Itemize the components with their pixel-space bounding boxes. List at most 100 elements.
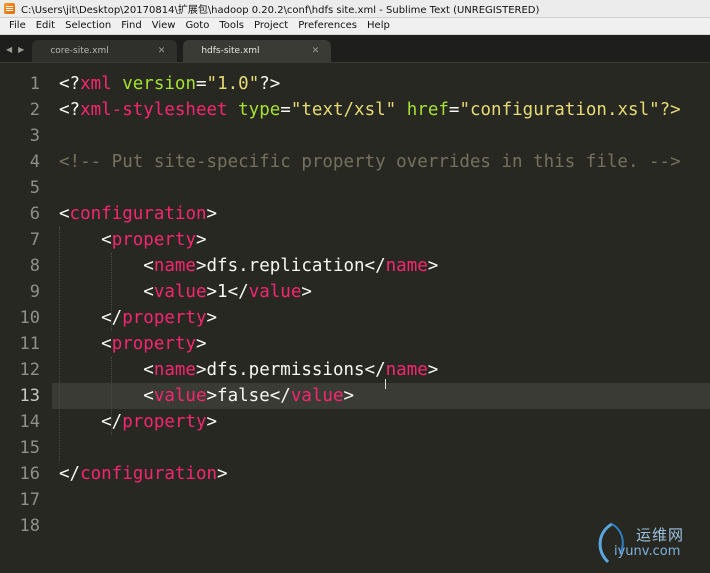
code-token: > (195, 230, 207, 250)
code-token: < (59, 230, 112, 250)
tab-scroll-right-icon[interactable]: ▶ (18, 45, 24, 54)
line-number: 12 (19, 360, 40, 380)
code-token: > (301, 282, 312, 302)
line-number: 2 (29, 100, 40, 120)
close-icon[interactable]: ✕ (312, 46, 320, 56)
menu-find[interactable]: Find (116, 18, 147, 34)
code-token: property (111, 334, 196, 354)
indent-guide (59, 227, 60, 461)
code-token: type (238, 100, 281, 120)
menu-tools[interactable]: Tools (214, 18, 249, 34)
code-line: <?xml-stylesheet type="text/xsl" href="c… (59, 97, 681, 123)
code-token: name (153, 256, 196, 276)
code-token: = (280, 100, 291, 120)
code-token: value (153, 282, 207, 302)
indent-guide (111, 357, 112, 435)
line-number-gutter: 1 2 3 4 5 6 7 8 9 10 11 12 13 14 15 16 17 18 (0, 63, 52, 573)
watermark-url: iyunv.com (614, 544, 681, 559)
code-token: name (385, 360, 428, 380)
code-token: <!-- Put site-specific property override… (59, 152, 681, 172)
code-token: value (248, 282, 302, 302)
code-token: "1.0" (206, 74, 260, 94)
line-number: 8 (29, 256, 40, 276)
code-line: <value>1</value> (59, 279, 312, 305)
code-line: <property> (59, 331, 206, 357)
tab-scroll-left-icon[interactable]: ◀ (6, 45, 12, 54)
code-token: > (427, 360, 439, 380)
line-number: 15 (19, 438, 40, 458)
code-token: > (206, 204, 218, 224)
menu-file[interactable]: File (4, 18, 31, 34)
code-token: < (59, 360, 154, 380)
code-token: property (111, 230, 196, 250)
sublime-text-window: C:\Users\jit\Desktop\20170814\扩展包\hadoop… (0, 0, 710, 573)
menu-bar: File Edit Selection Find View Goto Tools… (0, 18, 710, 35)
code-token: href (406, 100, 449, 120)
code-token: < (59, 282, 154, 302)
code-token: < (59, 334, 112, 354)
menu-edit[interactable]: Edit (31, 18, 60, 34)
tab-label: hdfs-site.xml (201, 46, 260, 56)
tab-bar: ◀ ▶ core-site.xml ✕ hdfs-site.xml ✕ (0, 35, 710, 63)
code-token: value (290, 386, 344, 406)
menu-project[interactable]: Project (249, 18, 293, 34)
line-number: 11 (19, 334, 40, 354)
code-token: < (59, 204, 70, 224)
line-number: 18 (19, 516, 40, 536)
line-number: 16 (19, 464, 40, 484)
code-line: <property> (59, 227, 207, 253)
code-token: "text/xsl" (290, 100, 397, 120)
code-token: version (122, 74, 196, 94)
menu-goto[interactable]: Goto (180, 18, 214, 34)
code-token: name (385, 256, 428, 276)
line-number: 5 (29, 178, 40, 198)
sublime-app-icon (4, 3, 15, 14)
code-line: </property> (59, 409, 217, 435)
watermark-logo-icon (598, 522, 624, 564)
close-icon[interactable]: ✕ (158, 46, 166, 56)
code-editor[interactable]: 1 2 3 4 5 6 7 8 9 10 11 12 13 14 15 16 17 18 <?xml versio… (0, 63, 710, 573)
code-token: </ (59, 412, 123, 432)
code-line: </property> (59, 305, 217, 331)
code-token: >dfs.replication</ (195, 256, 386, 276)
line-number: 1 (29, 74, 40, 94)
code-token: > (206, 412, 218, 432)
code-token: >1</ (206, 282, 249, 302)
code-line: <!-- Put site-specific property override… (59, 149, 681, 175)
code-token: "configuration.xsl"?> (459, 100, 681, 120)
code-token: >dfs.permissions</ (195, 360, 386, 380)
line-number: 9 (29, 282, 40, 302)
code-token: = (448, 100, 460, 120)
menu-preferences[interactable]: Preferences (293, 18, 362, 34)
tab-label: core-site.xml (50, 46, 109, 56)
line-number: 17 (19, 490, 40, 510)
menu-selection[interactable]: Selection (60, 18, 116, 34)
code-token: > (217, 464, 228, 484)
menu-help[interactable]: Help (362, 18, 395, 34)
window-title: C:\Users\jit\Desktop\20170814\扩展包\hadoop… (21, 5, 540, 16)
code-line: <name>dfs.replication</name> (59, 253, 438, 279)
code-token: configuration (80, 464, 218, 484)
tab-hdfs-site[interactable]: hdfs-site.xml ✕ (183, 40, 332, 62)
code-token: property (122, 308, 207, 328)
code-line: <value>false</value> (59, 383, 354, 409)
menu-view[interactable]: View (147, 18, 181, 34)
indent-guide (111, 253, 112, 331)
line-number: 7 (29, 230, 40, 250)
code-token: ?> (259, 74, 281, 94)
title-bar: C:\Users\jit\Desktop\20170814\扩展包\hadoop… (0, 0, 710, 18)
line-number: 6 (29, 204, 40, 224)
code-line: <name>dfs.permissions</name> (59, 357, 438, 383)
tab-core-site[interactable]: core-site.xml ✕ (32, 40, 178, 62)
code-line: <?xml version="1.0"?> (59, 71, 280, 97)
code-token: > (206, 308, 218, 328)
code-token: value (153, 386, 207, 406)
watermark-name: 运维网 (636, 526, 685, 544)
line-number: 3 (29, 126, 40, 146)
code-line: <configuration> (59, 201, 217, 227)
code-token: <? (59, 100, 81, 120)
code-token: xml-stylesheet (80, 100, 228, 120)
